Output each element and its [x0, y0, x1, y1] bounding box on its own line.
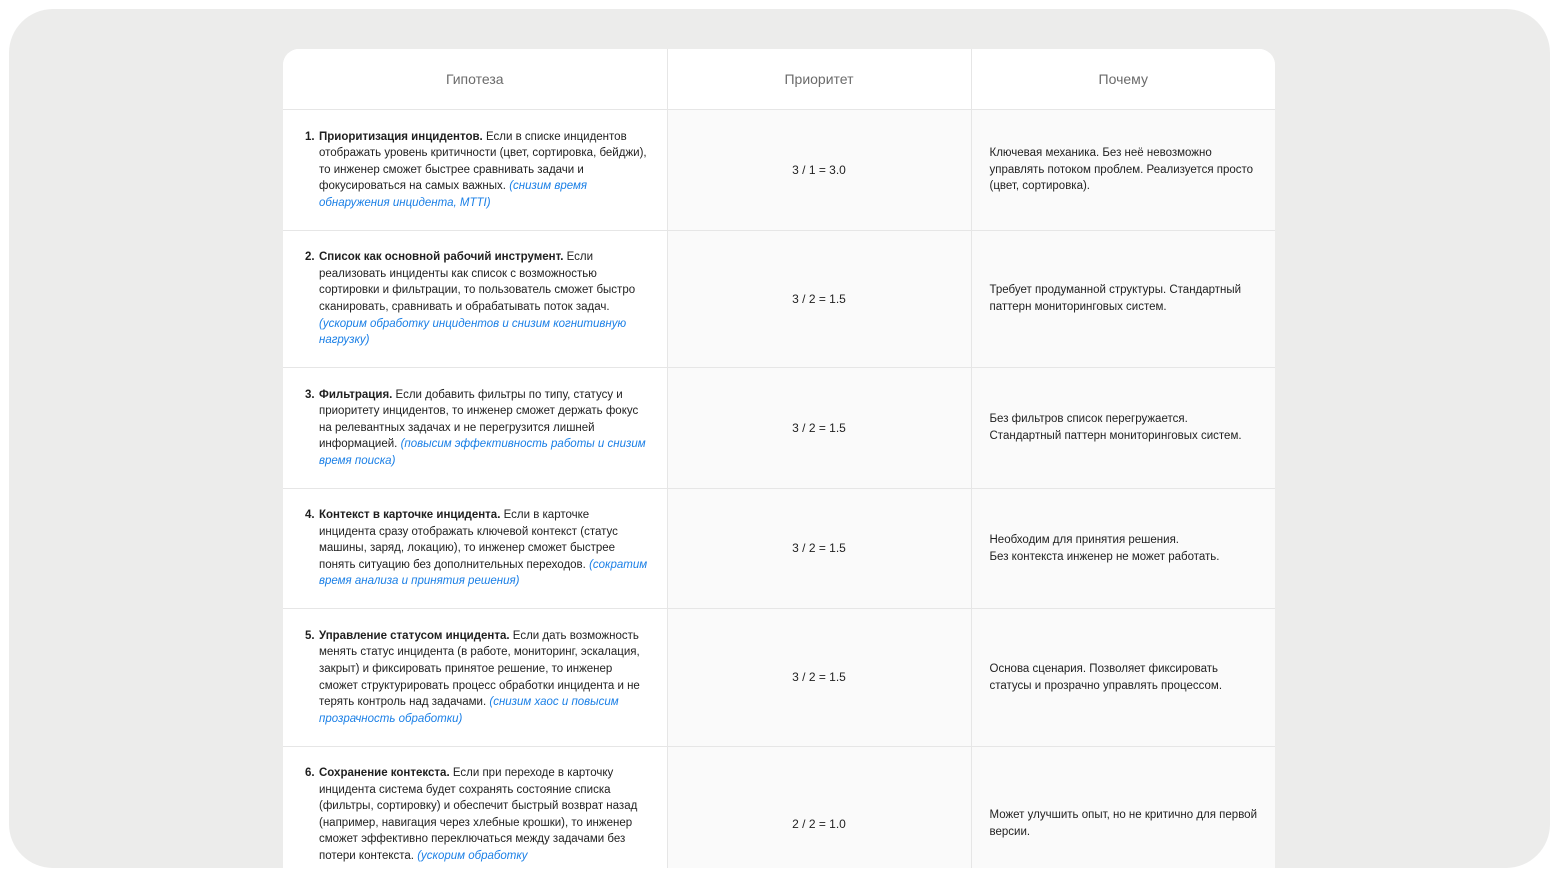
hypothesis-text: Управление статусом инцидента. Если дать… — [319, 628, 649, 728]
column-header-priority: Приоритет — [667, 49, 972, 110]
hypothesis-title: Контекст в карточке инцидента. — [319, 509, 501, 522]
table-header-row: Гипотеза Приоритет Почему — [283, 49, 1275, 110]
hypothesis-body: Если при переходе в карточку инцидента с… — [319, 767, 638, 862]
why-text: Необходим для принятия решения. — [989, 533, 1180, 546]
why-cell: Основа сценария. Позволяет фиксировать с… — [971, 608, 1275, 747]
why-text: Требует продуманной структуры. Стандартн… — [989, 284, 1242, 313]
priority-cell: 2 / 2 = 1.0 — [667, 746, 972, 868]
hypothesis-title: Список как основной рабочий инструмент. — [319, 251, 564, 264]
table-row: 4. Контекст в карточке инцидента. Если в… — [283, 488, 1275, 609]
priority-cell: 3 / 2 = 1.5 — [667, 367, 972, 489]
hypothesis-cell: 1. Приоритизация инцидентов. Если в спис… — [283, 109, 668, 231]
table-row: 5. Управление статусом инцидента. Если д… — [283, 608, 1275, 747]
table-row: 1. Приоритизация инцидентов. Если в спис… — [283, 109, 1275, 231]
why-text: Может улучшить опыт, но не критично для … — [989, 809, 1258, 838]
hypothesis-title: Сохранение контекста. — [319, 767, 450, 779]
why-text: Без контекста инженер не может работать. — [989, 550, 1220, 563]
column-header-why: Почему — [971, 49, 1275, 110]
slide-frame: Гипотеза Приоритет Почему 1. Приоритизац… — [9, 9, 1550, 868]
table-row: 3. Фильтрация. Если добавить фильтры по … — [283, 367, 1275, 489]
priority-cell: 3 / 2 = 1.5 — [667, 608, 972, 747]
why-cell: Необходим для принятия решения. Без конт… — [971, 488, 1275, 609]
hypothesis-cell: 2. Список как основной рабочий инструмен… — [283, 230, 668, 368]
priority-cell: 3 / 1 = 3.0 — [667, 109, 972, 231]
hypothesis-outcome: (ускорим обработку инцидентов и снизим к… — [319, 317, 627, 347]
why-text: Ключевая механика. Без неё невозможно уп… — [989, 147, 1254, 193]
why-text: Без фильтров список перегружается. — [989, 413, 1188, 426]
hypothesis-number: 3. — [305, 388, 315, 401]
hypothesis-number: 2. — [305, 251, 315, 264]
hypothesis-title: Приоритизация инцидентов. — [319, 130, 483, 143]
hypothesis-text: Сохранение контекста. Если при переходе … — [319, 765, 649, 865]
table-row: 2. Список как основной рабочий инструмен… — [283, 230, 1275, 368]
hypothesis-cell: 3. Фильтрация. Если добавить фильтры по … — [283, 367, 668, 489]
hypothesis-number: 4. — [305, 509, 315, 522]
hypothesis-number: 6. — [305, 767, 315, 779]
hypothesis-title: Управление статусом инцидента. — [319, 629, 510, 642]
hypothesis-text: Список как основной рабочий инструмент. … — [319, 249, 649, 349]
hypothesis-text: Приоритизация инцидентов. Если в списке … — [319, 129, 649, 212]
why-cell: Без фильтров список перегружается. Станд… — [971, 367, 1275, 489]
hypothesis-cell: 5. Управление статусом инцидента. Если д… — [283, 608, 668, 747]
hypothesis-text: Фильтрация. Если добавить фильтры по тип… — [319, 387, 649, 470]
hypothesis-table-card: Гипотеза Приоритет Почему 1. Приоритизац… — [283, 49, 1275, 868]
hypothesis-text: Контекст в карточке инцидента. Если в ка… — [319, 507, 649, 590]
why-cell: Требует продуманной структуры. Стандартн… — [971, 230, 1275, 368]
why-text: Стандартный паттерн мониторинговых систе… — [989, 430, 1242, 442]
hypothesis-number: 1. — [305, 130, 315, 143]
hypothesis-outcome: (ускорим обработку — [417, 849, 528, 862]
table-row: 6. Сохранение контекста. Если при перехо… — [283, 746, 1275, 868]
hypothesis-title: Фильтрация. — [319, 388, 393, 401]
why-cell: Может улучшить опыт, но не критично для … — [971, 746, 1275, 868]
priority-cell: 3 / 2 = 1.5 — [667, 488, 972, 609]
hypothesis-cell: 4. Контекст в карточке инцидента. Если в… — [283, 488, 668, 609]
why-cell: Ключевая механика. Без неё невозможно уп… — [971, 109, 1275, 231]
hypothesis-cell: 6. Сохранение контекста. Если при перехо… — [283, 746, 668, 868]
why-text: Основа сценария. Позволяет фиксировать с… — [989, 662, 1223, 692]
hypothesis-number: 5. — [305, 629, 315, 642]
priority-cell: 3 / 2 = 1.5 — [667, 230, 972, 368]
column-header-hypothesis: Гипотеза — [283, 49, 668, 110]
hypothesis-table: Гипотеза Приоритет Почему 1. Приоритизац… — [283, 49, 1275, 868]
